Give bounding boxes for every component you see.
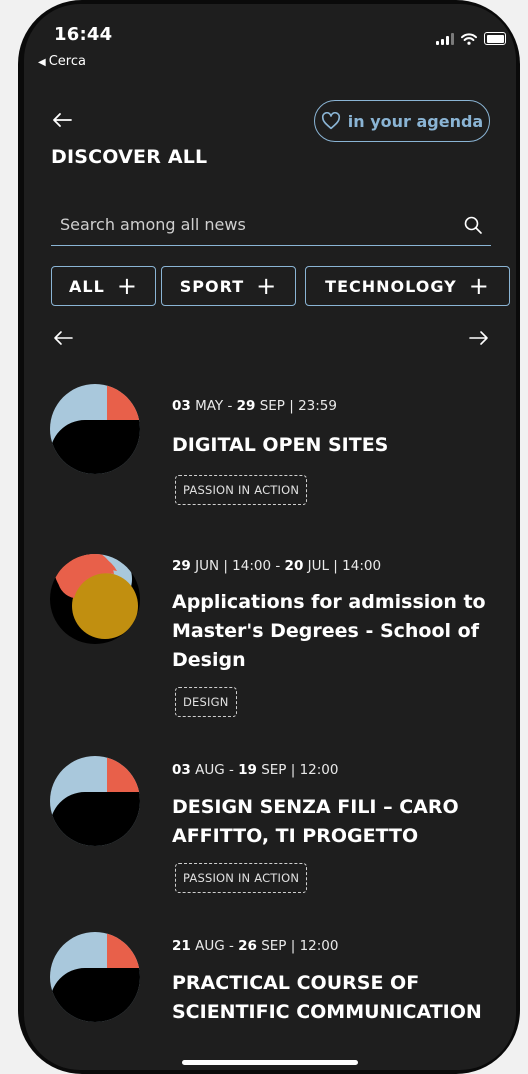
filter-chip-sport[interactable]: SPORT + bbox=[161, 266, 296, 306]
event-thumbnail bbox=[50, 554, 140, 644]
filter-chip-label: ALL bbox=[69, 276, 105, 296]
search-input[interactable]: Search among all news bbox=[51, 215, 463, 234]
event-thumbnail bbox=[50, 932, 140, 1022]
status-time: 16:44 bbox=[54, 24, 113, 45]
wifi-icon bbox=[461, 32, 477, 45]
plus-icon: + bbox=[116, 272, 138, 300]
arrow-left-icon[interactable] bbox=[52, 328, 74, 348]
event-thumbnail bbox=[50, 756, 140, 846]
filter-chip-label: TECHNOLOGY bbox=[325, 276, 457, 296]
app-screen: 16:44 ◀ Cerca in your agenda DISCOVER ALL… bbox=[24, 4, 516, 1070]
event-item[interactable]: 03 AUG - 19 SEP | 12:00 DESIGN SENZA FIL… bbox=[24, 756, 516, 906]
arrow-right-icon[interactable] bbox=[468, 328, 490, 348]
plus-icon: + bbox=[256, 272, 278, 300]
event-title[interactable]: DESIGN SENZA FILI – CARO AFFITTO, TI PRO… bbox=[172, 793, 502, 851]
event-date: 03 MAY - 29 SEP | 23:59 bbox=[172, 398, 337, 414]
search-icon[interactable] bbox=[463, 215, 483, 235]
event-item[interactable]: 29 JUN | 14:00 - 20 JUL | 14:00 Applicat… bbox=[24, 554, 516, 724]
plus-icon: + bbox=[468, 272, 490, 300]
home-indicator[interactable] bbox=[182, 1060, 358, 1065]
event-title[interactable]: Applications for admission to Master's D… bbox=[172, 588, 502, 675]
event-date: 21 AUG - 26 SEP | 12:00 bbox=[172, 938, 339, 954]
event-title[interactable]: PRACTICAL COURSE OF SCIENTIFIC COMMUNICA… bbox=[172, 969, 502, 1027]
filter-chip-label: SPORT bbox=[179, 276, 245, 296]
event-tag: DESIGN bbox=[175, 687, 237, 717]
agenda-button[interactable]: in your agenda bbox=[314, 100, 490, 142]
event-item[interactable]: 03 MAY - 29 SEP | 23:59 DIGITAL OPEN SIT… bbox=[24, 384, 516, 514]
back-arrow-icon[interactable] bbox=[50, 108, 74, 132]
event-tag: PASSION IN ACTION bbox=[175, 475, 308, 505]
event-item[interactable]: 21 AUG - 26 SEP | 12:00 PRACTICAL COURSE… bbox=[24, 932, 516, 1042]
back-triangle-icon: ◀ bbox=[38, 57, 46, 68]
battery-icon bbox=[484, 32, 506, 45]
agenda-button-label: in your agenda bbox=[347, 111, 484, 131]
back-app-label: Cerca bbox=[48, 54, 86, 69]
heart-icon bbox=[321, 112, 340, 130]
filter-chip-all[interactable]: ALL + bbox=[51, 266, 156, 306]
filter-chip-technology[interactable]: TECHNOLOGY + bbox=[305, 266, 510, 306]
status-icons bbox=[436, 32, 506, 45]
page-title: DISCOVER ALL bbox=[51, 146, 208, 168]
event-date: 29 JUN | 14:00 - 20 JUL | 14:00 bbox=[172, 558, 382, 574]
search-bar[interactable]: Search among all news bbox=[51, 204, 491, 246]
event-title[interactable]: DIGITAL OPEN SITES bbox=[172, 431, 502, 460]
event-thumbnail bbox=[50, 384, 140, 474]
event-date: 03 AUG - 19 SEP | 12:00 bbox=[172, 762, 339, 778]
back-to-app-link[interactable]: ◀ Cerca bbox=[38, 54, 86, 69]
signal-icon bbox=[436, 32, 454, 45]
event-tag: PASSION IN ACTION bbox=[175, 863, 308, 893]
